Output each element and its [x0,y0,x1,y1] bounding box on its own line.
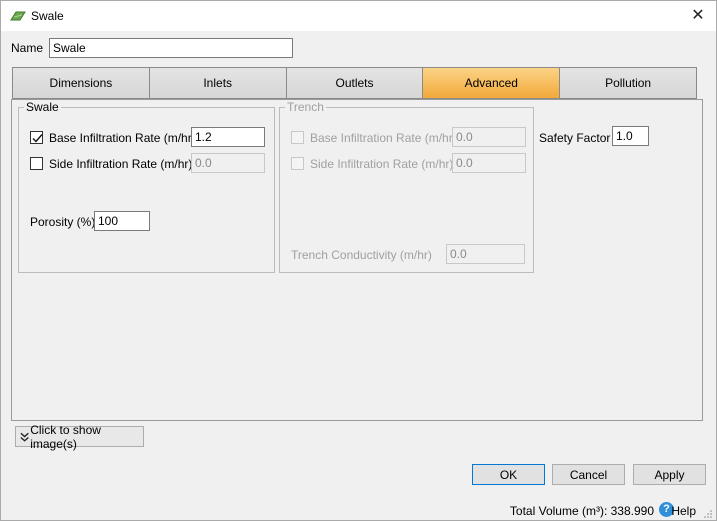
swale-dialog: Swale ✕ Name Swale Dimensions Inlets Out… [0,0,717,521]
close-icon[interactable]: ✕ [688,6,708,26]
cancel-button[interactable]: Cancel [552,464,625,485]
trench-conductivity-input: 0.0 [446,244,525,264]
base-infiltration-input[interactable]: 1.2 [191,127,265,147]
name-label: Name [11,41,44,55]
tab-strip: Dimensions Inlets Outlets Advanced Pollu… [12,67,697,99]
swale-group: Swale Base Infiltration Rate (m/hr) 1.2 … [18,100,275,273]
total-volume-text: Total Volume (m³): 338.990 [509,504,654,518]
tab-inlets[interactable]: Inlets [148,67,286,99]
trench-base-infiltration-checkbox [291,131,304,144]
title-bar: Swale ✕ [1,1,716,31]
side-infiltration-label: Side Infiltration Rate (m/hr) [49,157,193,171]
trench-conductivity-label: Trench Conductivity (m/hr) [291,248,432,262]
show-images-button[interactable]: Click to show image(s) [15,423,144,451]
window-title: Swale [31,9,64,23]
trench-base-infiltration-label: Base Infiltration Rate (m/hr) [310,131,457,145]
name-input[interactable]: Swale [49,38,293,58]
base-infiltration-checkbox[interactable] [30,131,43,144]
double-chevron-down-icon [20,432,29,442]
safety-factor-label: Safety Factor [539,131,611,145]
trench-side-infiltration-label: Side Infiltration Rate (m/hr) [310,157,454,171]
tab-advanced[interactable]: Advanced [422,67,560,99]
base-infiltration-label: Base Infiltration Rate (m/hr) [49,131,196,145]
trench-side-infiltration-input: 0.0 [452,153,526,173]
porosity-input[interactable]: 100 [94,211,150,231]
apply-button[interactable]: Apply [633,464,706,485]
trench-group: Trench Base Infiltration Rate (m/hr) 0.0… [279,100,534,273]
tab-outlets[interactable]: Outlets [285,67,423,99]
porosity-label: Porosity (%) [30,215,96,229]
swale-group-title: Swale [24,100,61,114]
checkmark-icon [32,134,43,143]
trench-side-infiltration-checkbox [291,157,304,170]
help-link[interactable]: Help [671,504,696,518]
tab-pollution[interactable]: Pollution [559,67,697,99]
resize-grip-icon[interactable] [704,510,712,518]
swale-app-icon [10,11,26,21]
side-infiltration-checkbox[interactable] [30,157,43,170]
trench-base-infiltration-input: 0.0 [452,127,526,147]
status-bar: Total Volume (m³): 338.990 ? Help [1,499,716,520]
show-images-label: Click to show image(s) [30,422,101,451]
advanced-tab-panel: Swale Base Infiltration Rate (m/hr) 1.2 … [11,99,703,421]
side-infiltration-input: 0.0 [191,153,265,173]
trench-group-title: Trench [285,100,326,114]
ok-button[interactable]: OK [472,464,545,485]
tab-dimensions[interactable]: Dimensions [12,67,149,99]
safety-factor-input[interactable]: 1.0 [612,126,649,146]
